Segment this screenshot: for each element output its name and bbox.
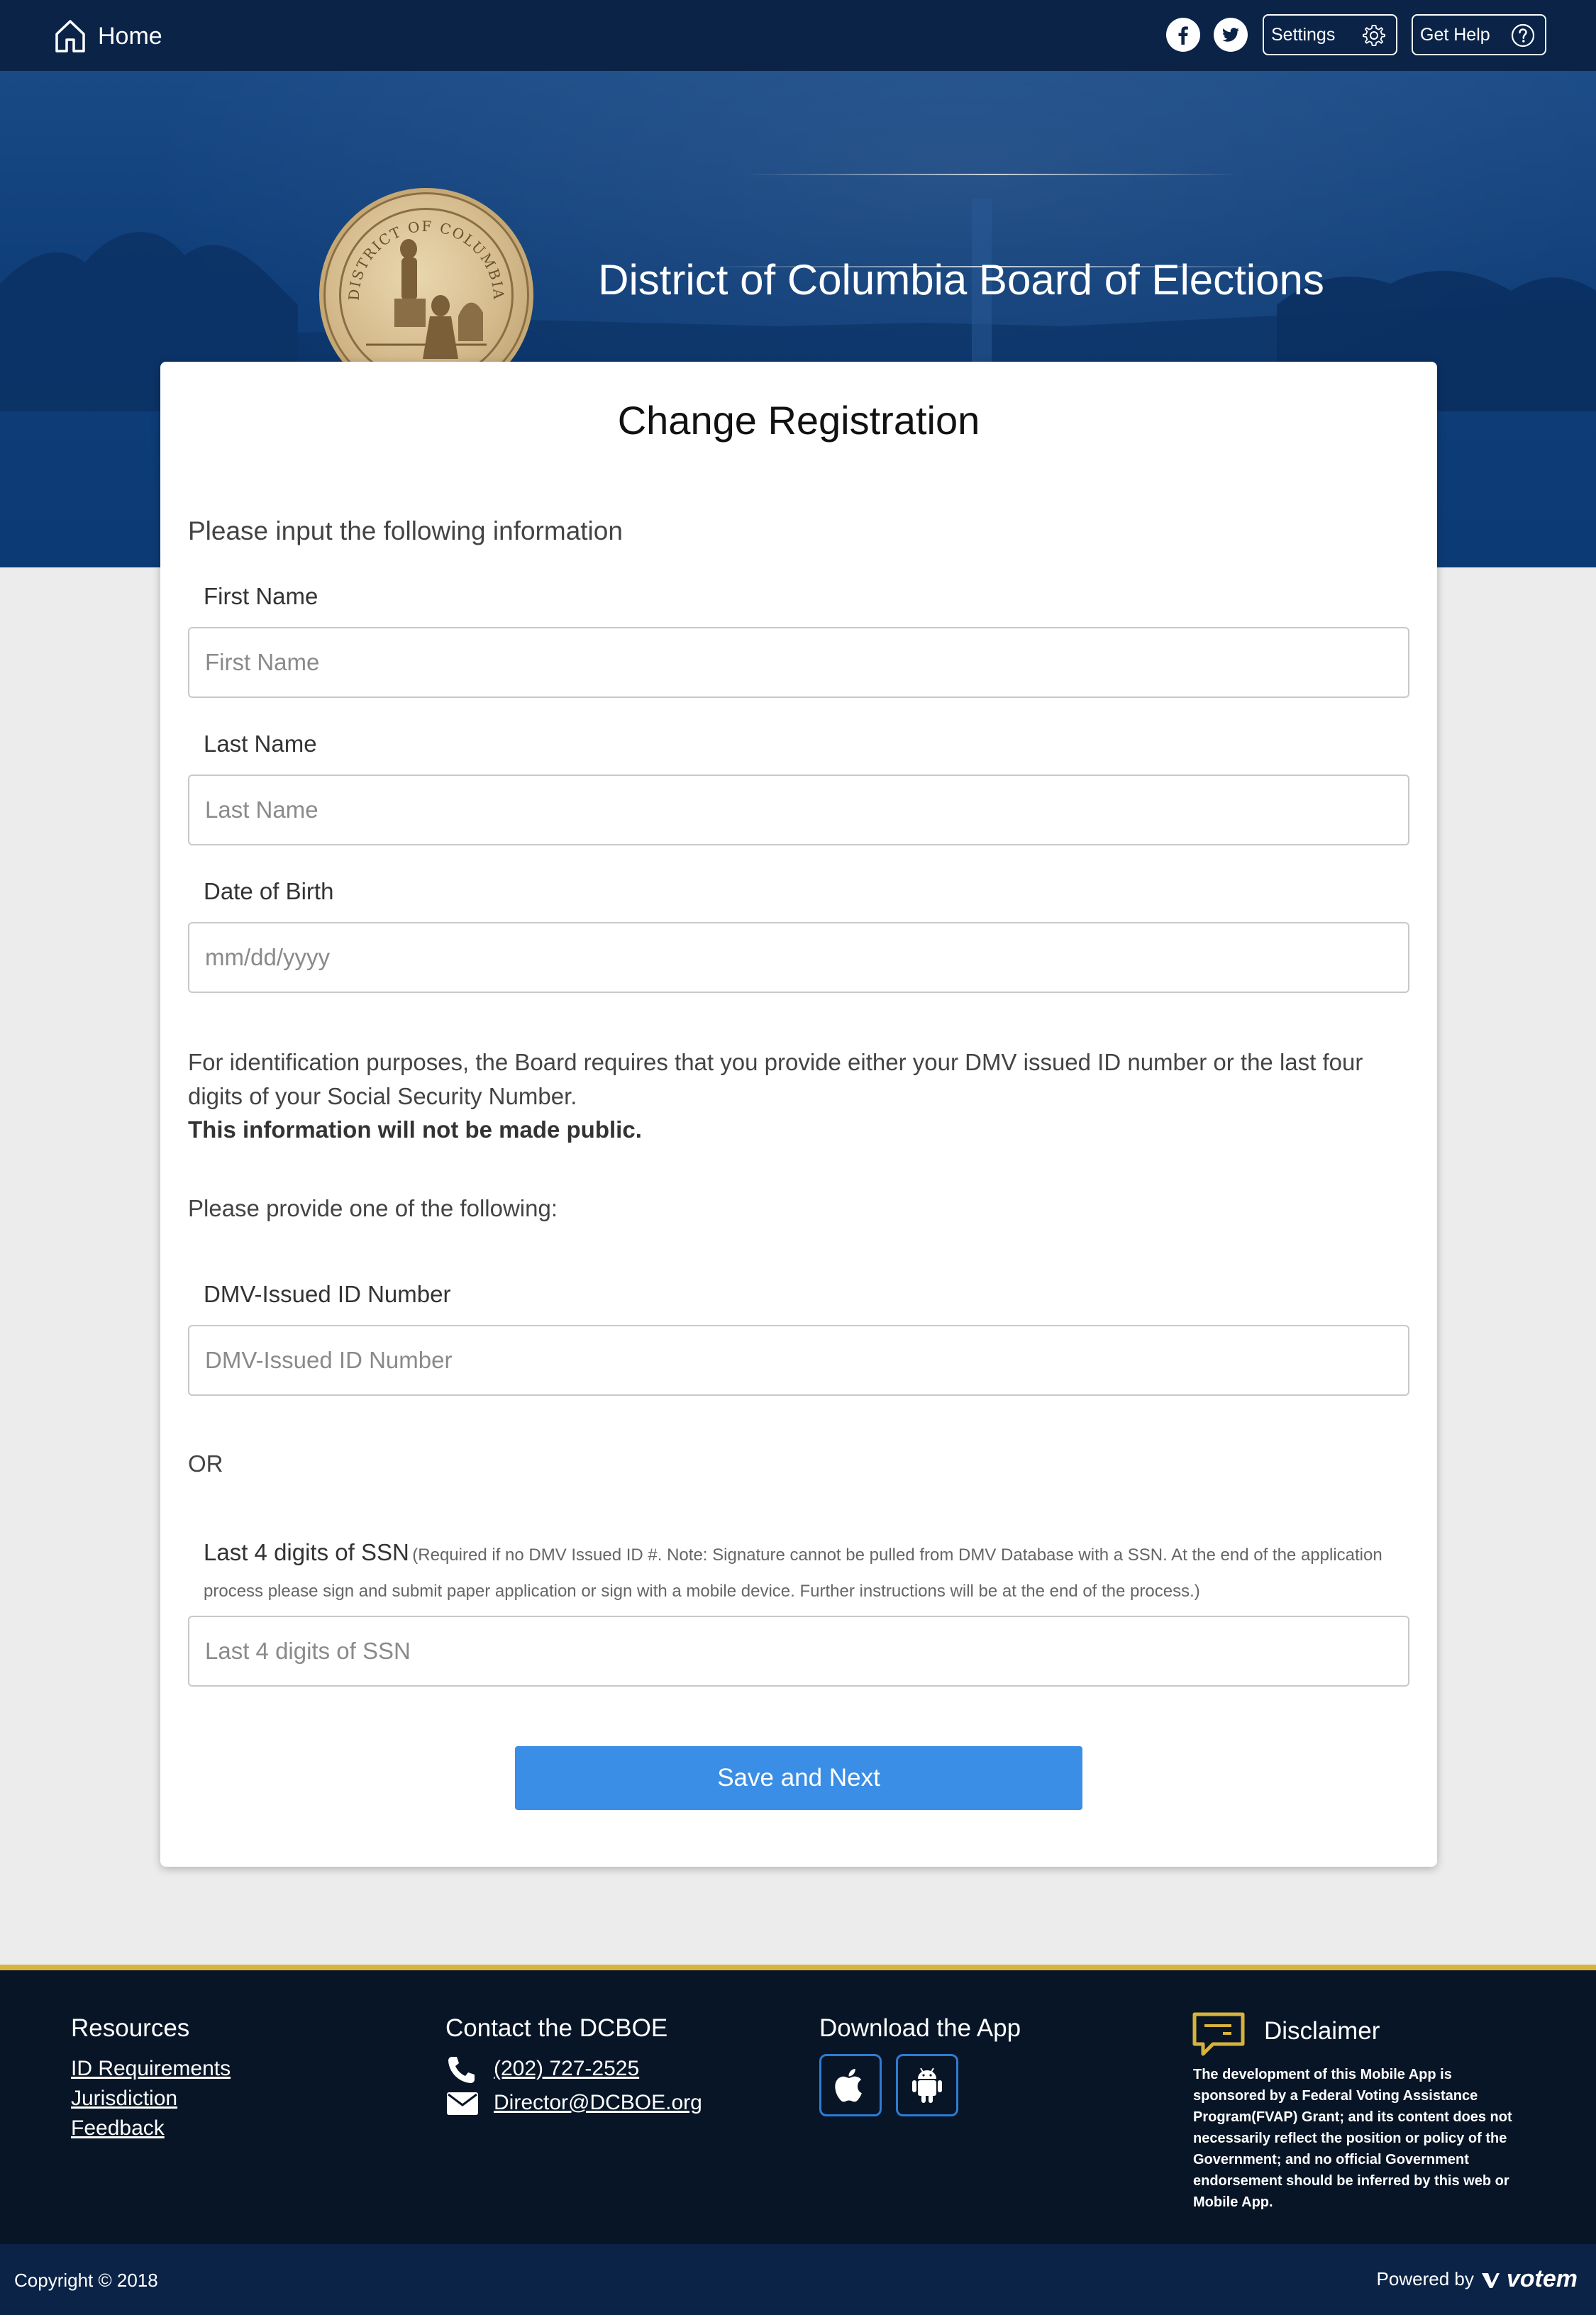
android-icon xyxy=(912,2067,942,2103)
date-of-birth-label: Date of Birth xyxy=(204,878,334,904)
registration-card: Change Registration Please input the fol… xyxy=(160,362,1437,1867)
votem-brand: votem xyxy=(1506,2265,1578,2292)
save-and-next-button[interactable]: Save and Next xyxy=(515,1746,1082,1810)
identification-paragraph: For identification purposes, the Board r… xyxy=(188,1049,1363,1109)
home-icon xyxy=(55,20,85,52)
or-separator: OR xyxy=(188,1450,223,1477)
download-heading: Download the App xyxy=(819,2014,1021,2042)
last-name-label: Last Name xyxy=(204,731,317,757)
jurisdiction-link[interactable]: Jurisdiction xyxy=(71,2087,177,2111)
provide-one-text: Please provide one of the following: xyxy=(188,1195,558,1221)
votem-logo-icon xyxy=(1481,2272,1500,2288)
facebook-icon xyxy=(1178,26,1188,45)
ssn-label-block: Last 4 digits of SSN (Required if no DMV… xyxy=(204,1536,1409,1611)
hero-line-top xyxy=(745,174,1241,175)
first-name-label: First Name xyxy=(204,583,318,609)
disclaimer-heading: Disclaimer xyxy=(1264,2017,1380,2045)
settings-label: Settings xyxy=(1271,24,1336,45)
ssn-last4-input[interactable] xyxy=(188,1616,1409,1687)
settings-button[interactable]: Settings xyxy=(1263,14,1397,55)
svg-text:DISTRICT OF COLUMBIA: DISTRICT OF COLUMBIA xyxy=(345,218,508,301)
twitter-icon xyxy=(1222,28,1239,42)
dmv-id-input[interactable] xyxy=(188,1325,1409,1396)
get-help-label: Get Help xyxy=(1420,24,1490,45)
contact-heading: Contact the DCBOE xyxy=(445,2014,668,2042)
page-title: Change Registration xyxy=(617,398,980,443)
footer: Resources ID Requirements Jurisdiction F… xyxy=(0,1970,1596,2244)
feedback-link[interactable]: Feedback xyxy=(71,2116,165,2141)
home-label: Home xyxy=(98,22,162,50)
resources-heading: Resources xyxy=(71,2014,190,2042)
bottom-bar: Copyright © 2018 Powered by votem xyxy=(0,2244,1596,2315)
apple-icon xyxy=(835,2068,862,2102)
facebook-button[interactable] xyxy=(1166,18,1200,52)
get-help-button[interactable]: Get Help xyxy=(1412,14,1546,55)
email-icon xyxy=(447,2092,478,2115)
first-name-input[interactable] xyxy=(188,627,1409,698)
powered-by[interactable]: Powered by votem xyxy=(1377,2265,1578,2293)
gear-icon xyxy=(1363,25,1385,46)
form-intro: Please input the following information xyxy=(188,516,623,545)
disclaimer-text: The development of this Mobile App is sp… xyxy=(1193,2067,1512,2210)
disclaimer-icon xyxy=(1192,2012,1245,2056)
ssn-label: Last 4 digits of SSN xyxy=(204,1539,409,1565)
last-name-input[interactable] xyxy=(188,775,1409,845)
android-app-button[interactable] xyxy=(896,2054,958,2116)
twitter-button[interactable] xyxy=(1214,18,1248,52)
hero-title: District of Columbia Board of Elections xyxy=(598,256,1324,304)
id-requirements-link[interactable]: ID Requirements xyxy=(71,2057,231,2081)
phone-link[interactable]: (202) 727-2525 xyxy=(494,2057,639,2081)
phone-icon xyxy=(448,2057,475,2083)
not-public-note: This information will not be made public… xyxy=(188,1116,642,1143)
date-of-birth-input[interactable] xyxy=(188,922,1409,993)
copyright-text: Copyright © 2018 xyxy=(14,2270,158,2291)
top-nav: Home Settings Get Help xyxy=(0,0,1596,71)
home-link[interactable]: Home xyxy=(54,17,162,55)
seal-text: DISTRICT OF COLUMBIA xyxy=(345,218,506,301)
ios-app-button[interactable] xyxy=(819,2054,882,2116)
powered-by-label: Powered by xyxy=(1376,2268,1474,2289)
email-link[interactable]: Director@DCBOE.org xyxy=(494,2091,702,2115)
hero-line-bottom xyxy=(709,266,1277,267)
question-icon xyxy=(1511,23,1535,48)
dmv-id-label: DMV-Issued ID Number xyxy=(204,1281,451,1307)
footer-accent-bar xyxy=(0,1965,1596,1970)
